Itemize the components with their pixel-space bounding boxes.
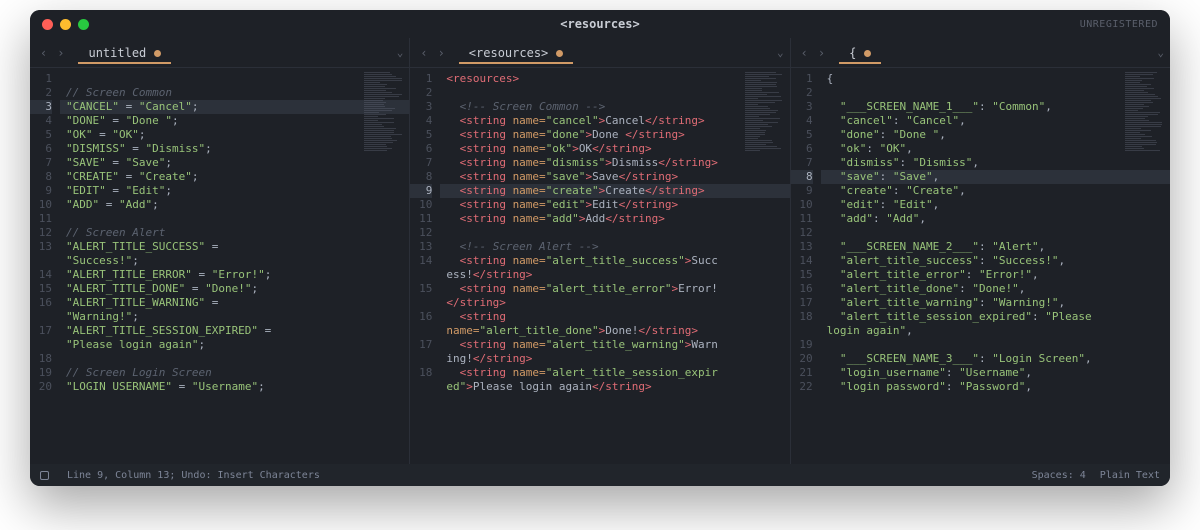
editor-pane: ‹› untitled ⌄ 12345678910111213141516171819… xyxy=(30,38,410,464)
modified-dot-icon xyxy=(864,50,871,57)
file-tab[interactable]: { xyxy=(839,41,881,64)
status-spaces[interactable]: Spaces: 4 xyxy=(1032,470,1086,481)
code-editor[interactable]: 1234567891011121314151617181920// Screen… xyxy=(30,68,409,464)
status-position: Line 9, Column 13; Undo: Insert Characte… xyxy=(67,470,320,481)
nav-forward-icon[interactable]: › xyxy=(814,44,829,62)
tab-bar: ‹› { ⌄ xyxy=(791,38,1170,68)
nav-forward-icon[interactable]: › xyxy=(53,44,68,62)
file-tab[interactable]: untitled xyxy=(78,41,171,64)
status-syntax[interactable]: Plain Text xyxy=(1100,470,1160,481)
code-area[interactable]: // Screen Common"CANCEL" = "Cancel";"DON… xyxy=(60,68,409,464)
chevron-down-icon[interactable]: ⌄ xyxy=(1157,46,1164,59)
nav-forward-icon[interactable]: › xyxy=(434,44,449,62)
unregistered-label: UNREGISTERED xyxy=(1080,19,1158,30)
editor-panes: ‹›untitled⌄12345678910111213141516171819… xyxy=(30,38,1170,464)
tab-bar: ‹› <resources> ⌄ xyxy=(410,38,789,68)
nav-back-icon[interactable]: ‹ xyxy=(36,44,51,62)
titlebar: <resources> UNREGISTERED xyxy=(30,10,1170,38)
code-editor[interactable]: 123456789101112131415161718<resources> <… xyxy=(410,68,789,464)
nav-back-icon[interactable]: ‹ xyxy=(416,44,431,62)
code-area[interactable]: <resources> <!-- Screen Common --> <stri… xyxy=(440,68,789,464)
gutter: 1234567891011121314151617181920 xyxy=(30,68,60,464)
gutter: 123456789101112131415161718 xyxy=(410,68,440,464)
tab-title: untitled xyxy=(88,46,146,60)
nav: ‹› xyxy=(36,44,68,62)
nav-back-icon[interactable]: ‹ xyxy=(797,44,812,62)
window-title: <resources> xyxy=(30,17,1170,31)
chevron-down-icon[interactable]: ⌄ xyxy=(777,46,784,59)
gutter: 12345678910111213141516171819202122 xyxy=(791,68,821,464)
code-editor[interactable]: 12345678910111213141516171819202122{ "__… xyxy=(791,68,1170,464)
file-tab[interactable]: <resources> xyxy=(459,41,573,64)
status-square-icon[interactable] xyxy=(40,471,49,480)
modified-dot-icon xyxy=(556,50,563,57)
editor-window: <resources> UNREGISTERED ‹›untitled⌄1234… xyxy=(30,10,1170,486)
tab-bar: ‹› untitled ⌄ xyxy=(30,38,409,68)
nav: ‹› xyxy=(797,44,829,62)
modified-dot-icon xyxy=(154,50,161,57)
tab-title: <resources> xyxy=(469,46,548,60)
chevron-down-icon[interactable]: ⌄ xyxy=(397,46,404,59)
tab-title: { xyxy=(849,46,856,60)
editor-pane: ‹› { ⌄ 12345678910111213141516171819202122{… xyxy=(791,38,1170,464)
nav: ‹› xyxy=(416,44,448,62)
editor-pane: ‹› <resources> ⌄ 12345678910111213141516171… xyxy=(410,38,790,464)
code-area[interactable]: { "___SCREEN_NAME_1___": "Common", "canc… xyxy=(821,68,1170,464)
status-bar: Line 9, Column 13; Undo: Insert Characte… xyxy=(30,464,1170,486)
